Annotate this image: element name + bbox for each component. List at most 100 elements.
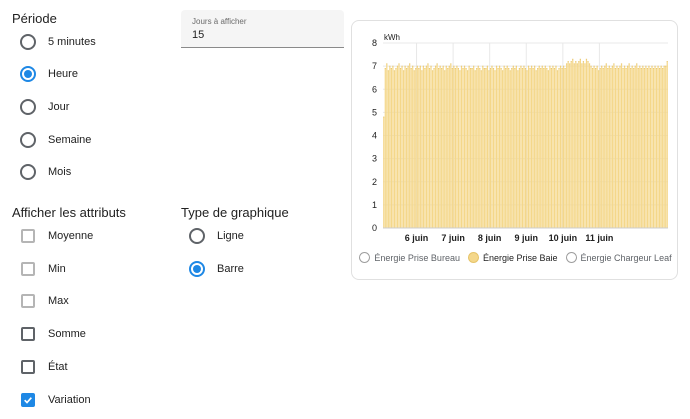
bar <box>413 70 415 228</box>
bar <box>540 68 542 228</box>
period-option-mois[interactable]: Mois <box>20 162 71 182</box>
bar <box>431 70 434 228</box>
chart-type-option-barre[interactable]: Barre <box>189 259 244 279</box>
radio-button[interactable] <box>20 66 36 82</box>
bar <box>512 66 514 228</box>
bar <box>470 68 472 228</box>
bar <box>459 70 461 228</box>
legend-swatch <box>467 252 479 263</box>
bar <box>483 68 485 228</box>
chart-type-option-label: Barre <box>217 263 244 275</box>
radio-button[interactable] <box>20 99 36 115</box>
checkbox[interactable] <box>21 294 35 308</box>
bar <box>598 70 600 228</box>
y-tick-label: 0 <box>372 223 377 233</box>
bar <box>643 68 645 228</box>
bar <box>537 68 539 228</box>
bar <box>549 66 551 228</box>
bar <box>485 68 487 228</box>
bar <box>498 66 501 228</box>
radio-button[interactable] <box>189 261 205 277</box>
radio-button[interactable] <box>189 228 205 244</box>
bar <box>665 66 667 228</box>
bar <box>631 66 633 228</box>
attribute-option-etat[interactable]: État <box>21 357 68 377</box>
bar <box>425 66 428 228</box>
bar <box>625 68 627 228</box>
period-option-heure[interactable]: Heure <box>20 64 78 84</box>
period-option-jour[interactable]: Jour <box>20 97 69 117</box>
x-tick-label: 11 juin <box>585 233 613 243</box>
chart-type-option-ligne[interactable]: Ligne <box>189 226 244 246</box>
x-tick-label: 8 juin <box>478 233 502 243</box>
chart-legend: Énergie Prise Bureau Énergie Prise Baie Én… <box>352 252 679 263</box>
bar <box>415 68 417 228</box>
bar <box>617 68 620 228</box>
checkbox[interactable] <box>21 229 35 243</box>
bar <box>601 66 603 228</box>
bar <box>421 70 423 228</box>
bar <box>570 61 572 228</box>
attributes-title: Afficher les attributs <box>12 205 126 220</box>
bar <box>584 63 586 228</box>
bar <box>476 68 478 228</box>
bar <box>639 66 641 228</box>
bar <box>468 66 470 228</box>
bar <box>387 70 389 228</box>
period-title: Période <box>12 11 57 26</box>
bar <box>561 68 563 228</box>
bar <box>463 66 466 228</box>
days-to-show-field[interactable]: Jours à afficher 15 <box>181 10 344 48</box>
period-option-semaine[interactable]: Semaine <box>20 130 91 150</box>
bar <box>556 70 559 228</box>
bar <box>544 66 546 228</box>
radio-button[interactable] <box>20 164 36 180</box>
bar <box>593 66 595 228</box>
checkbox[interactable] <box>21 327 35 341</box>
legend-swatch <box>359 252 371 263</box>
bar <box>465 68 467 228</box>
checkbox[interactable] <box>21 262 35 276</box>
bar <box>576 63 578 228</box>
bar <box>559 66 562 228</box>
y-tick-label: 8 <box>372 38 377 48</box>
legend-item[interactable]: Énergie Prise Baie <box>467 252 558 263</box>
attribute-option-moyenne[interactable]: Moyenne <box>21 226 93 246</box>
bar <box>482 66 484 228</box>
bar <box>480 70 482 228</box>
radio-button[interactable] <box>20 34 36 50</box>
bar <box>500 68 502 228</box>
radio-button[interactable] <box>20 132 36 148</box>
legend-item[interactable]: Énergie Prise Bureau <box>359 252 460 263</box>
attribute-option-somme[interactable]: Somme <box>21 324 86 344</box>
bar <box>433 68 435 228</box>
attribute-option-label: Somme <box>48 328 86 340</box>
attribute-option-max[interactable]: Max <box>21 291 69 311</box>
bar <box>495 66 498 228</box>
legend-label: Énergie Prise Baie <box>482 252 558 263</box>
bar <box>434 66 437 228</box>
bar <box>573 63 575 228</box>
attribute-option-min[interactable]: Min <box>21 259 66 279</box>
bar <box>530 66 533 228</box>
legend-item[interactable]: Énergie Chargeur Leaf <box>565 252 672 263</box>
bar <box>652 68 655 228</box>
bar <box>430 66 432 228</box>
bar <box>505 68 507 228</box>
bar <box>448 66 450 228</box>
bar <box>526 70 528 228</box>
bar <box>492 68 495 228</box>
bar <box>457 68 460 228</box>
period-option-5-minutes[interactable]: 5 minutes <box>20 32 96 52</box>
bar <box>599 68 601 228</box>
attribute-option-variation[interactable]: Variation <box>21 390 91 410</box>
checkbox[interactable] <box>21 360 35 374</box>
bar <box>633 68 635 228</box>
checkbox[interactable] <box>21 393 35 407</box>
bar <box>441 68 443 228</box>
period-option-label: Mois <box>48 166 72 178</box>
bar <box>630 68 632 228</box>
bar <box>398 63 400 228</box>
days-to-show-input[interactable]: 15 <box>192 29 204 41</box>
bar <box>529 68 531 228</box>
